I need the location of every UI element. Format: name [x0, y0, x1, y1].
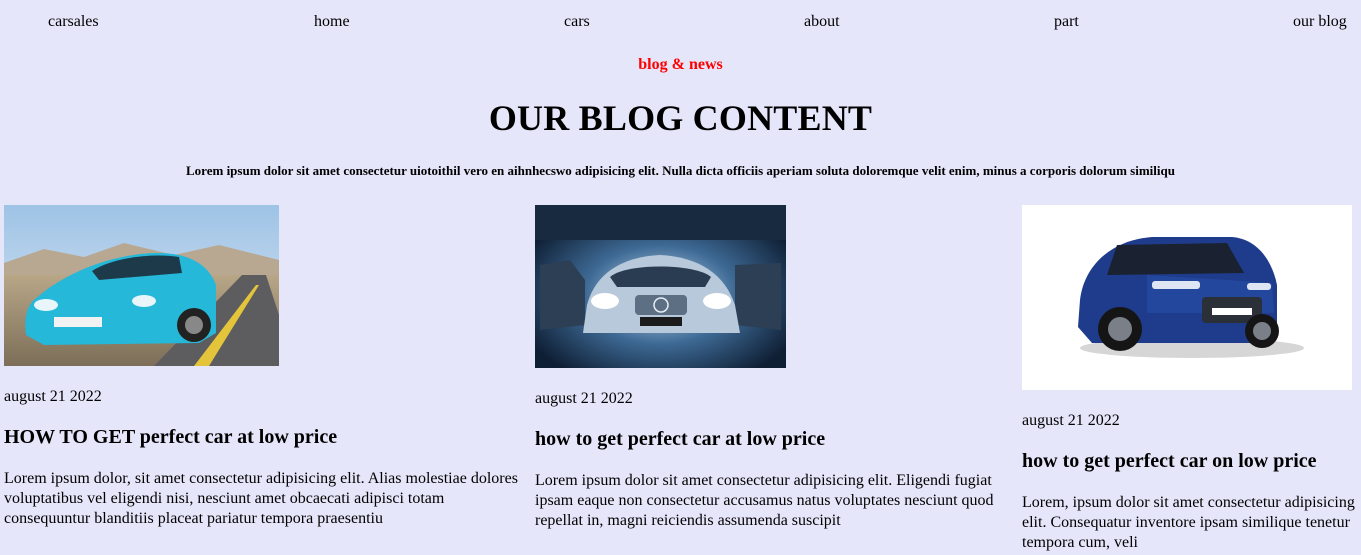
nav-our-blog[interactable]: our blog — [1293, 13, 1347, 31]
post-body: Lorem ipsum dolor, sit amet consectetur … — [4, 470, 518, 527]
post-title[interactable]: HOW TO GET perfect car at low price — [4, 426, 526, 449]
silver-sedan-image — [535, 205, 786, 368]
post-body: Lorem, ipsum dolor sit amet consectetur … — [1022, 494, 1355, 551]
nav-home[interactable]: home — [314, 13, 350, 31]
post-title[interactable]: how to get perfect car on low price — [1022, 450, 1357, 473]
post-title[interactable]: how to get perfect car at low price — [535, 428, 997, 451]
brand-link[interactable]: carsales — [48, 13, 99, 31]
post-date: august 21 2022 — [4, 388, 102, 405]
top-nav: carsales home cars about part our blog — [0, 0, 1361, 44]
blog-card: august 21 2022 how to get perfect car on… — [1022, 205, 1357, 553]
blue-sports-car-image — [4, 205, 279, 366]
blue-suv-image — [1022, 205, 1352, 390]
blog-card: august 21 2022 HOW TO GET perfect car at… — [4, 205, 526, 529]
blog-card: august 21 2022 how to get perfect car at… — [535, 205, 997, 531]
nav-part[interactable]: part — [1054, 13, 1079, 31]
nav-cars[interactable]: cars — [564, 13, 590, 31]
section-kicker: blog & news — [638, 56, 723, 73]
post-body: Lorem ipsum dolor sit amet consectetur a… — [535, 472, 994, 529]
section-intro: Lorem ipsum dolor sit amet consectetur u… — [186, 163, 1175, 178]
page-title: OUR BLOG CONTENT — [488, 98, 873, 138]
nav-about[interactable]: about — [804, 13, 840, 31]
post-date: august 21 2022 — [535, 390, 633, 407]
post-date: august 21 2022 — [1022, 412, 1120, 429]
